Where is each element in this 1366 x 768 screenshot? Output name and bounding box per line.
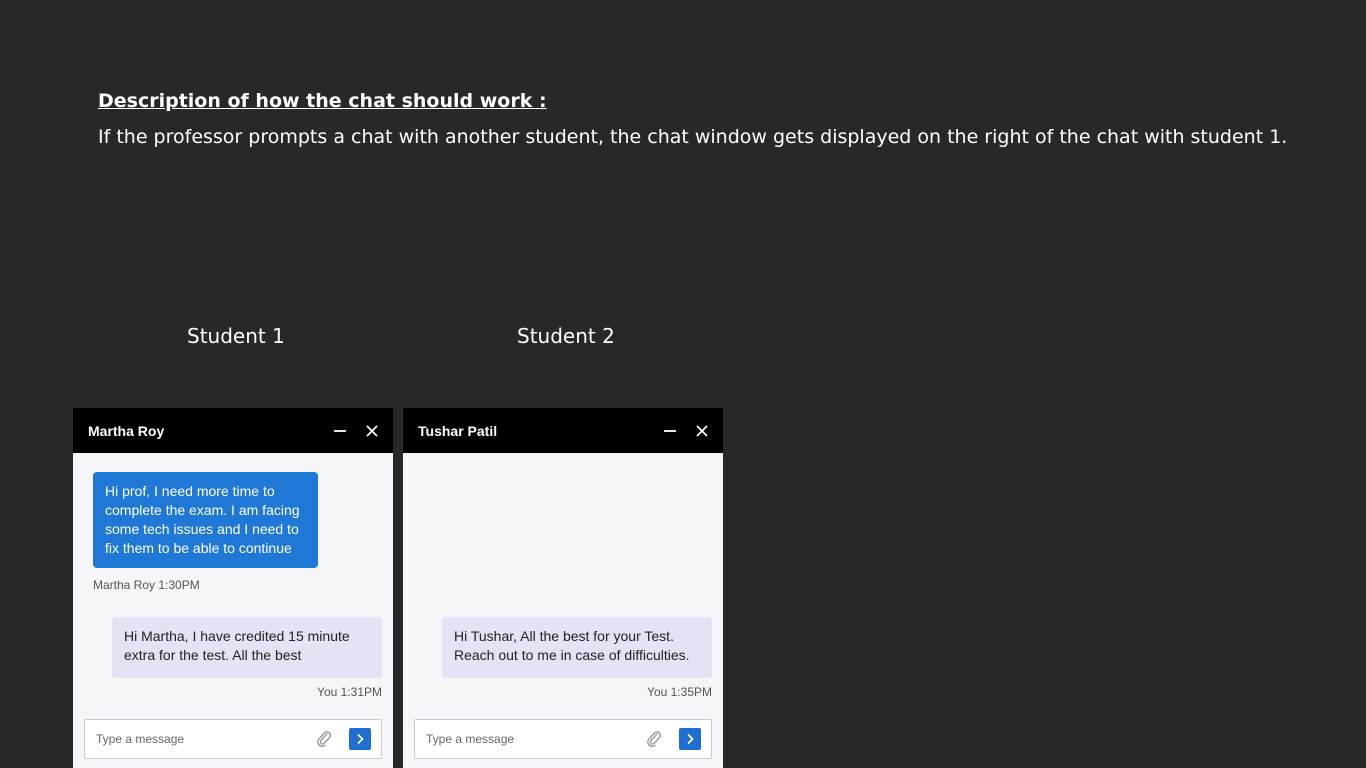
send-icon (687, 733, 694, 745)
chat-window-tushar: Tushar Patil Hi Tushar, All the best for… (403, 408, 723, 768)
message-composer (84, 719, 382, 759)
chat-header: Tushar Patil (403, 408, 723, 453)
outgoing-message-meta: You 1:31PM (317, 685, 382, 699)
send-button[interactable] (679, 728, 701, 750)
chat-window-martha: Martha Roy Hi prof, I need more time to … (73, 408, 393, 768)
outgoing-message-meta: You 1:35PM (647, 685, 712, 699)
chat-contact-name: Tushar Patil (418, 422, 498, 439)
incoming-message: Hi prof, I need more time to complete th… (93, 472, 318, 568)
student-1-label: Student 1 (187, 324, 285, 348)
outgoing-message: Hi Martha, I have credited 15 minute ext… (112, 617, 382, 678)
message-input[interactable] (85, 720, 305, 758)
incoming-message-meta: Martha Roy 1:30PM (93, 578, 200, 592)
close-icon[interactable] (357, 408, 387, 453)
chat-contact-name: Martha Roy (88, 422, 165, 439)
outgoing-message: Hi Tushar, All the best for your Test. R… (442, 617, 712, 678)
message-input[interactable] (415, 720, 635, 758)
close-icon[interactable] (687, 408, 717, 453)
description-body: If the professor prompts a chat with ano… (98, 126, 1288, 148)
minimize-icon[interactable] (325, 408, 355, 453)
message-composer (414, 719, 712, 759)
send-icon (357, 733, 364, 745)
student-2-label: Student 2 (517, 324, 615, 348)
minimize-icon[interactable] (655, 408, 685, 453)
description-title: Description of how the chat should work … (98, 90, 547, 112)
attach-icon[interactable] (644, 729, 664, 749)
send-button[interactable] (349, 728, 371, 750)
attach-icon[interactable] (314, 729, 334, 749)
chat-header: Martha Roy (73, 408, 393, 453)
